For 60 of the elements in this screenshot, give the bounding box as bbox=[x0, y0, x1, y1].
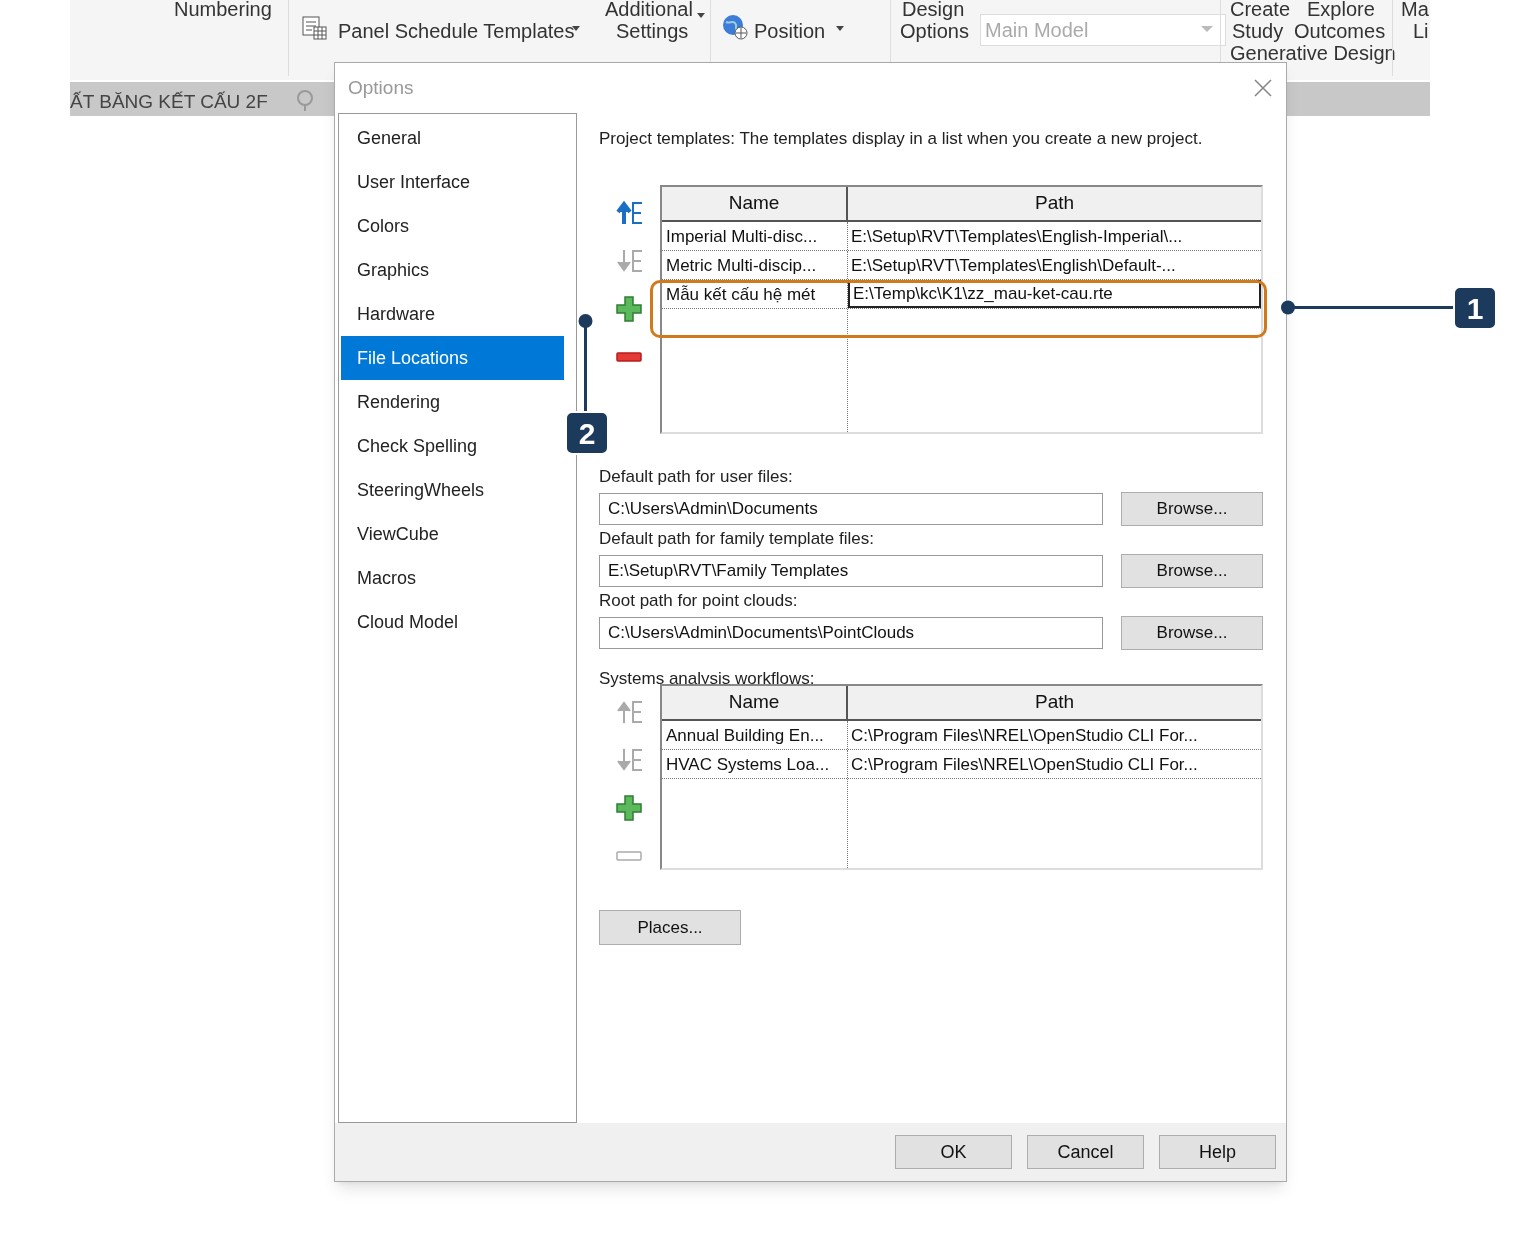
callout-badge: 1 bbox=[1453, 286, 1497, 330]
nav-item[interactable]: File Locations bbox=[341, 336, 564, 380]
ribbon-label[interactable]: Numbering bbox=[174, 0, 272, 24]
field-label: Default path for family template files: bbox=[599, 528, 875, 548]
table-cell: Metric Multi-discip... bbox=[662, 251, 848, 279]
ribbon-label[interactable]: Design bbox=[902, 0, 965, 24]
field-label: Systems analysis workflows: bbox=[599, 668, 816, 688]
table-cell[interactable]: E:\Temp\kc\K1\zz_mau-ket-cau.rte bbox=[848, 280, 1261, 308]
dialog-button[interactable]: Cancel bbox=[1027, 1135, 1144, 1169]
nav-item[interactable]: General bbox=[341, 116, 564, 160]
field-label: Default path for user files: bbox=[599, 466, 794, 486]
nav-item[interactable]: Cloud Model bbox=[341, 600, 564, 644]
table-cell: HVAC Systems Loa... bbox=[662, 750, 848, 778]
nav-item[interactable]: Rendering bbox=[341, 380, 564, 424]
table-cell-text: C:\Program Files\NREL\OpenStudio CLI For... bbox=[850, 725, 1199, 747]
nav-item[interactable]: Graphics bbox=[341, 248, 564, 292]
add-icon[interactable] bbox=[615, 296, 642, 322]
table-cell: Imperial Multi-disc... bbox=[662, 222, 848, 250]
path-field[interactable]: C:\Users\Admin\Documents\PointClouds bbox=[599, 617, 1103, 649]
table-cell: Annual Building En... bbox=[662, 721, 848, 749]
caret-icon[interactable] bbox=[697, 13, 705, 18]
panel-schedule-icon[interactable] bbox=[302, 16, 328, 40]
nav-item[interactable]: Hardware bbox=[341, 292, 564, 336]
nav-item[interactable]: Check Spelling bbox=[341, 424, 564, 468]
close-icon[interactable] bbox=[1253, 78, 1273, 98]
nav-item[interactable]: SteeringWheels bbox=[341, 468, 564, 512]
nav-item[interactable]: ViewCube bbox=[341, 512, 564, 556]
dialog-title: Options bbox=[348, 75, 414, 100]
nav-item[interactable]: Macros bbox=[341, 556, 564, 600]
path-field[interactable]: E:\Setup\RVT\Family Templates bbox=[599, 555, 1103, 587]
description-text: Project templates: The templates display in a list when you create a new project. bbox=[599, 128, 1204, 150]
browse-button[interactable]: Browse... bbox=[1121, 616, 1263, 650]
places-button[interactable]: Places... bbox=[599, 910, 741, 945]
globe-icon[interactable] bbox=[722, 14, 748, 40]
browse-button[interactable]: Browse... bbox=[1121, 492, 1263, 526]
table-cell-text: E:\Setup\RVT\Templates\English\Default-... bbox=[850, 255, 1177, 277]
dialog-button[interactable]: OK bbox=[895, 1135, 1012, 1169]
field-label: Root path for point clouds: bbox=[599, 590, 799, 610]
remove-icon[interactable] bbox=[615, 351, 642, 363]
browse-button[interactable]: Browse... bbox=[1121, 554, 1263, 588]
column-header[interactable]: Name bbox=[662, 187, 848, 220]
ribbon-label[interactable]: Explore bbox=[1307, 0, 1375, 24]
table-cell: Mẫu kết cấu hệ mét bbox=[662, 280, 848, 308]
move-up-icon[interactable] bbox=[615, 200, 644, 226]
ribbon-button[interactable]: Panel Schedule Templates bbox=[338, 16, 575, 46]
view-tab[interactable]: ẤT BĂNG KẾT CẤU 2F bbox=[70, 88, 268, 117]
column-header[interactable]: Name bbox=[662, 686, 848, 719]
column-header[interactable]: Path bbox=[848, 686, 1261, 719]
nav-item[interactable]: User Interface bbox=[341, 160, 564, 204]
table-cell-text: C:\Program Files\NREL\OpenStudio CLI For... bbox=[850, 754, 1199, 776]
nav-item[interactable]: Colors bbox=[341, 204, 564, 248]
add-icon[interactable] bbox=[615, 795, 642, 821]
ribbon-button[interactable]: Position bbox=[754, 16, 826, 46]
caret-icon[interactable] bbox=[836, 26, 844, 31]
table-cell-text: E:\Setup\RVT\Templates\English-Imperial\... bbox=[850, 226, 1184, 248]
dialog-button[interactable]: Help bbox=[1159, 1135, 1276, 1169]
column-header[interactable]: Path bbox=[848, 187, 1261, 220]
path-field[interactable]: C:\Users\Admin\Documents bbox=[599, 493, 1103, 525]
callout-badge: 2 bbox=[565, 411, 609, 455]
caret-icon[interactable] bbox=[572, 26, 580, 31]
